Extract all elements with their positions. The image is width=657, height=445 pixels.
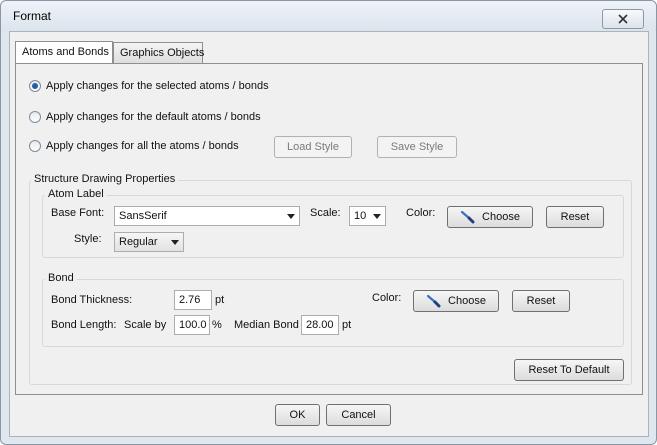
radio-button[interactable] xyxy=(29,111,41,123)
field-value: 28.00 xyxy=(306,319,334,331)
button-label: Load Style xyxy=(287,141,339,153)
scale-by-field[interactable]: 100.0 xyxy=(174,315,210,335)
atom-label-group: Atom Label Base Font: SansSerif Scale: 1… xyxy=(42,188,624,258)
radio-label: Apply changes for the default atoms / bo… xyxy=(46,111,261,123)
button-label: Reset xyxy=(560,211,590,223)
button-label: OK xyxy=(289,409,306,421)
bond-thickness-unit: pt xyxy=(215,294,225,306)
atom-color-choose-button[interactable]: Choose xyxy=(447,206,533,228)
close-button[interactable] xyxy=(602,9,644,29)
select-value: 10 xyxy=(354,210,367,222)
close-icon xyxy=(618,14,628,24)
tab-atoms-and-bonds[interactable]: Atoms and Bonds xyxy=(15,41,113,63)
window-title: Format xyxy=(13,9,52,23)
atoms-and-bonds-panel: Apply changes for the selected atoms / b… xyxy=(15,63,643,395)
style-label: Style: xyxy=(74,233,102,245)
title-bar: Format xyxy=(1,1,656,31)
bond-color-choose-button[interactable]: Choose xyxy=(413,290,499,312)
scale-select[interactable]: 10 xyxy=(349,206,386,226)
dialog-client: Atoms and Bonds Graphics Objects Apply c… xyxy=(9,31,649,437)
scale-label: Scale: xyxy=(310,207,341,219)
base-font-select[interactable]: SansSerif xyxy=(114,206,300,226)
radio-apply-all[interactable]: Apply changes for all the atoms / bonds xyxy=(29,140,239,152)
paintbrush-icon xyxy=(426,294,441,308)
group-title: Structure Drawing Properties xyxy=(31,173,179,185)
scale-by-label: Scale by xyxy=(124,319,167,331)
bond-group: Bond Bond Thickness: 2.76 pt Color: Choo… xyxy=(42,272,624,347)
button-label: Choose xyxy=(482,211,520,223)
atom-color-reset-button[interactable]: Reset xyxy=(546,206,604,228)
tab-label: Atoms and Bonds xyxy=(22,46,109,58)
bond-length-label: Bond Length: xyxy=(51,319,117,331)
font-style-select[interactable]: Regular xyxy=(114,232,184,252)
atom-color-label: Color: xyxy=(406,207,436,219)
load-style-button[interactable]: Load Style xyxy=(274,136,352,158)
button-label: Reset xyxy=(526,295,556,307)
group-title: Bond xyxy=(45,272,77,284)
reset-to-default-button[interactable]: Reset To Default xyxy=(514,359,624,381)
button-label: Cancel xyxy=(341,409,376,421)
button-label: Choose xyxy=(448,295,486,307)
radio-button-checked[interactable] xyxy=(29,80,41,92)
radio-label: Apply changes for all the atoms / bonds xyxy=(46,140,239,152)
bond-color-label: Color: xyxy=(372,292,402,304)
save-style-button[interactable]: Save Style xyxy=(377,136,457,158)
chevron-down-icon xyxy=(287,214,295,219)
scale-by-unit: % xyxy=(212,319,222,331)
tab-graphics-objects[interactable]: Graphics Objects xyxy=(113,42,205,63)
median-bond-unit: pt xyxy=(342,319,352,331)
chevron-down-icon xyxy=(171,240,179,245)
chevron-down-icon xyxy=(373,214,381,219)
bond-thickness-field[interactable]: 2.76 xyxy=(174,290,212,310)
radio-apply-default[interactable]: Apply changes for the default atoms / bo… xyxy=(29,111,261,123)
median-bond-field[interactable]: 28.00 xyxy=(301,315,339,335)
button-label: Save Style xyxy=(390,141,444,153)
radio-apply-selected[interactable]: Apply changes for the selected atoms / b… xyxy=(29,80,269,92)
radio-label: Apply changes for the selected atoms / b… xyxy=(46,80,269,92)
button-label: Reset To Default xyxy=(528,364,610,376)
field-value: 100.0 xyxy=(179,319,207,331)
bond-thickness-label: Bond Thickness: xyxy=(51,294,133,306)
bond-color-reset-button[interactable]: Reset xyxy=(512,290,570,312)
format-dialog: Format Atoms and Bonds Graphics Objects … xyxy=(0,0,657,445)
base-font-label: Base Font: xyxy=(51,207,105,219)
structure-drawing-group: Structure Drawing Properties Atom Label … xyxy=(29,173,632,385)
ok-button[interactable]: OK xyxy=(275,404,320,426)
cancel-button[interactable]: Cancel xyxy=(326,404,391,426)
paintbrush-icon xyxy=(460,210,475,224)
field-value: 2.76 xyxy=(179,294,201,306)
median-bond-label: Median Bond xyxy=(234,319,299,331)
select-value: Regular xyxy=(119,236,158,248)
select-value: SansSerif xyxy=(119,210,167,222)
tab-label: Graphics Objects xyxy=(120,47,205,59)
radio-button[interactable] xyxy=(29,140,41,152)
group-title: Atom Label xyxy=(45,188,107,200)
